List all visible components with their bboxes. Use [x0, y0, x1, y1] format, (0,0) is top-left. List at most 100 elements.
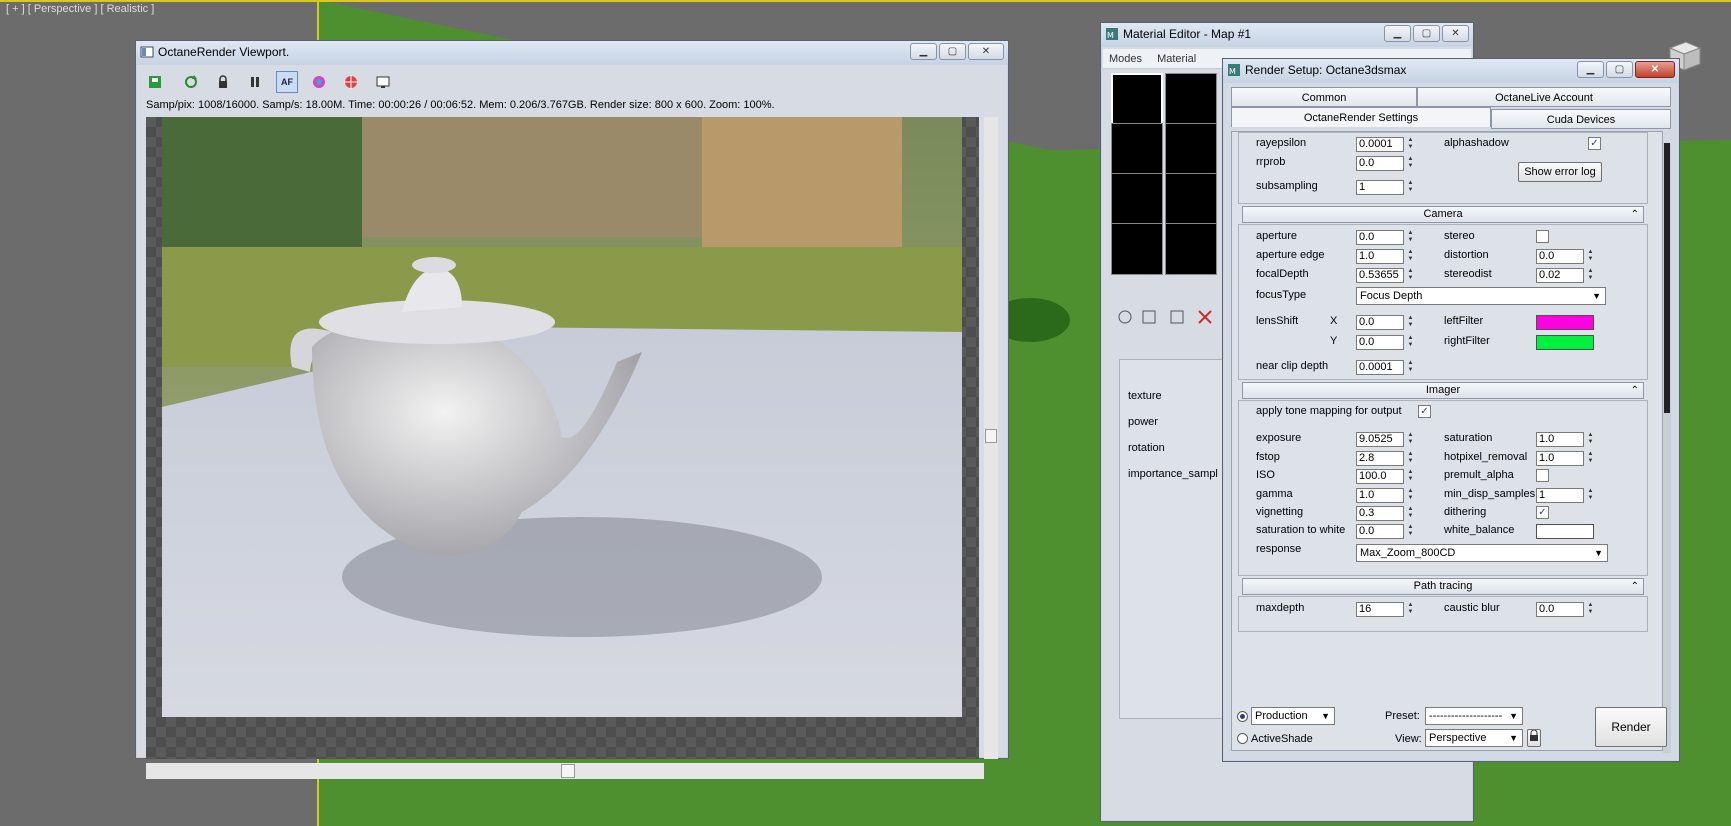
rayepsilon-spinner[interactable]: ▲ ▼ [1406, 137, 1415, 152]
aperture-edge-spinner[interactable]: ▲ ▼ [1406, 249, 1415, 264]
stereodist-spinner[interactable]: ▲ ▼ [1586, 268, 1595, 283]
render-setup-maximize-button[interactable]: ▢ [1606, 61, 1633, 78]
render-setup-titlebar[interactable]: M Render Setup: Octane3dsmax ▁ ▢ ✕ [1223, 59, 1679, 83]
hotpixel-spinner[interactable]: ▲ ▼ [1586, 451, 1595, 466]
lens-shift-x-spinner[interactable]: ▲ ▼ [1406, 315, 1415, 330]
production-dropdown[interactable]: Production ▼ [1251, 707, 1335, 725]
restart-render-button[interactable] [180, 71, 202, 93]
alphashadow-checkbox[interactable]: ✓ [1588, 137, 1601, 150]
rrprob-input[interactable]: 0.0 [1356, 156, 1404, 171]
near-clip-input[interactable]: 0.0001 [1356, 360, 1404, 375]
gamma-spinner[interactable]: ▲ ▼ [1406, 488, 1415, 503]
gamma-input[interactable]: 1.0 [1356, 488, 1404, 503]
focus-type-dropdown[interactable]: Focus Depth ▼ [1356, 287, 1606, 305]
left-filter-swatch[interactable] [1536, 315, 1594, 330]
exposure-spinner[interactable]: ▲ ▼ [1406, 432, 1415, 447]
material-slot-6[interactable] [1165, 173, 1217, 225]
autofocus-button[interactable]: AF [276, 71, 298, 93]
caustic-blur-spinner[interactable]: ▲ ▼ [1586, 602, 1595, 617]
save-image-button[interactable] [144, 71, 166, 93]
caustic-blur-input[interactable]: 0.0 [1536, 602, 1584, 617]
preset-dropdown[interactable]: -------------------- ▼ [1425, 707, 1523, 725]
material-slot-2[interactable] [1165, 73, 1217, 125]
dithering-checkbox[interactable]: ✓ [1536, 506, 1549, 519]
rrprob-spinner[interactable]: ▲ ▼ [1406, 156, 1415, 171]
saturation-spinner[interactable]: ▲ ▼ [1586, 432, 1595, 447]
tab-common[interactable]: Common [1231, 87, 1417, 107]
tone-mapping-checkbox[interactable]: ✓ [1418, 405, 1431, 418]
material-editor-minimize-button[interactable]: ▁ [1384, 25, 1411, 42]
color-picker-button[interactable] [308, 71, 330, 93]
production-radio[interactable] [1237, 711, 1248, 722]
sat-white-input[interactable]: 0.0 [1356, 524, 1404, 539]
show-error-log-button[interactable]: Show error log [1518, 162, 1602, 182]
lock-button[interactable] [212, 71, 234, 93]
vertical-scrollbar[interactable] [984, 117, 998, 759]
lens-shift-y-input[interactable]: 0.0 [1356, 335, 1404, 350]
response-dropdown[interactable]: Max_Zoom_800CD ▼ [1356, 544, 1608, 562]
iso-input[interactable]: 100.0 [1356, 469, 1404, 484]
distortion-spinner[interactable]: ▲ ▼ [1586, 249, 1595, 264]
view-dropdown[interactable]: Perspective ▼ [1425, 729, 1523, 747]
near-clip-spinner[interactable]: ▲ ▼ [1406, 360, 1415, 375]
render-setup-minimize-button[interactable]: ▁ [1577, 61, 1604, 78]
material-slot-3[interactable] [1111, 123, 1163, 175]
maxdepth-input[interactable]: 16 [1356, 602, 1404, 617]
aperture-spinner[interactable]: ▲ ▼ [1406, 230, 1415, 245]
material-editor-close-button[interactable]: ✕ [1442, 25, 1469, 42]
render-button[interactable]: Render [1595, 707, 1667, 747]
camera-header[interactable]: Camera ⌃ [1242, 206, 1644, 223]
min-disp-input[interactable]: 1 [1536, 488, 1584, 503]
material-slot-1[interactable] [1111, 73, 1163, 125]
stereodist-input[interactable]: 0.02 [1536, 268, 1584, 283]
material-slot-7[interactable] [1111, 223, 1163, 275]
exposure-input[interactable]: 9.0525 [1356, 432, 1404, 447]
focal-depth-input[interactable]: 0.53655 [1356, 268, 1404, 283]
lens-shift-y-spinner[interactable]: ▲ ▼ [1406, 335, 1415, 350]
material-slot-5[interactable] [1111, 173, 1163, 225]
subsampling-input[interactable]: 1 [1356, 180, 1404, 195]
stereo-checkbox[interactable] [1536, 230, 1549, 243]
white-balance-swatch[interactable] [1536, 524, 1594, 539]
fstop-spinner[interactable]: ▲ ▼ [1406, 451, 1415, 466]
tab-octanelive-account[interactable]: OctaneLive Account [1417, 87, 1671, 107]
aperture-input[interactable]: 0.0 [1356, 230, 1404, 245]
fstop-input[interactable]: 2.8 [1356, 451, 1404, 466]
pause-button[interactable] [244, 71, 266, 93]
premult-alpha-checkbox[interactable] [1536, 469, 1549, 482]
focus-picker-button[interactable] [340, 71, 362, 93]
maxdepth-spinner[interactable]: ▲ ▼ [1406, 602, 1415, 617]
settings-scrollbar[interactable] [1663, 143, 1671, 753]
close-button[interactable]: ✕ [968, 43, 1004, 60]
tab-cuda-devices[interactable]: Cuda Devices [1491, 109, 1671, 129]
viewport-label[interactable]: [ + ] [ Perspective ] [ Realistic ] [6, 3, 154, 15]
iso-spinner[interactable]: ▲ ▼ [1406, 469, 1415, 484]
lens-shift-x-input[interactable]: 0.0 [1356, 315, 1404, 330]
hotpixel-input[interactable]: 1.0 [1536, 451, 1584, 466]
path-tracing-header[interactable]: Path tracing ⌃ [1242, 578, 1644, 595]
material-slot-4[interactable] [1165, 123, 1217, 175]
render-setup-close-button[interactable]: ✕ [1635, 61, 1675, 78]
sat-white-spinner[interactable]: ▲ ▼ [1406, 524, 1415, 539]
material-slot-8[interactable] [1165, 223, 1217, 275]
view-lock-button[interactable] [1527, 729, 1541, 747]
saturation-input[interactable]: 1.0 [1536, 432, 1584, 447]
min-disp-spinner[interactable]: ▲ ▼ [1586, 488, 1595, 503]
horizontal-scrollbar[interactable] [146, 763, 984, 779]
menu-material[interactable]: Material [1151, 49, 1202, 69]
aperture-edge-input[interactable]: 1.0 [1356, 249, 1404, 264]
activeshade-radio[interactable] [1237, 733, 1248, 744]
vignetting-input[interactable]: 0.3 [1356, 506, 1404, 521]
material-editor-maximize-button[interactable]: ▢ [1413, 25, 1440, 42]
maximize-button[interactable]: ▢ [939, 43, 966, 60]
octane-viewport-titlebar[interactable]: OctaneRender Viewport. ▁ ▢ ✕ [136, 41, 1008, 65]
tab-octanerender-settings[interactable]: OctaneRender Settings [1231, 107, 1491, 127]
display-settings-button[interactable] [372, 71, 394, 93]
imager-header[interactable]: Imager ⌃ [1242, 382, 1644, 399]
minimize-button[interactable]: ▁ [910, 43, 937, 60]
menu-modes[interactable]: Modes [1103, 49, 1148, 69]
material-editor-titlebar[interactable]: M Material Editor - Map #1 ▁ ▢ ✕ [1101, 23, 1473, 47]
vignetting-spinner[interactable]: ▲ ▼ [1406, 506, 1415, 521]
rayepsilon-input[interactable]: 0.0001 [1356, 137, 1404, 152]
distortion-input[interactable]: 0.0 [1536, 249, 1584, 264]
